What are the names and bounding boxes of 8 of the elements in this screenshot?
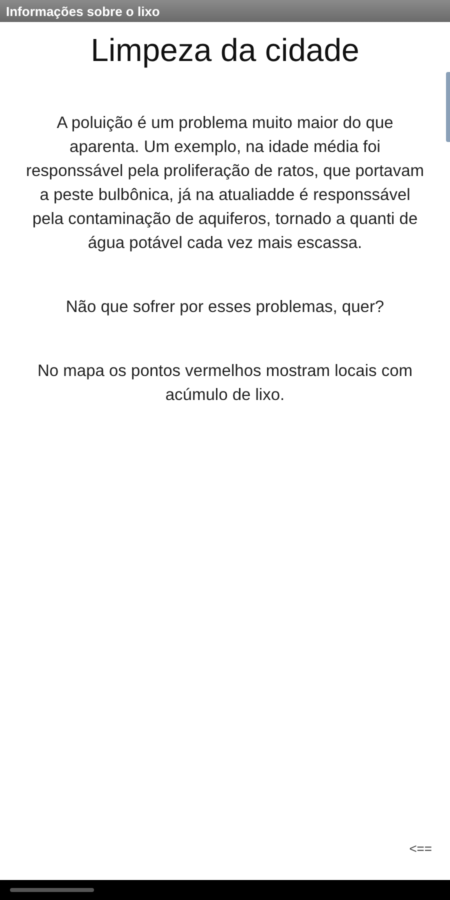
paragraph: A poluição é um problema muito maior do que aparenta. Um exemplo, na idade média foi responssável pela proliferação de ratos, que portavam a peste bulbônica, já na atualiadde é responssável pela contaminação de aquiferos, tornado a quanti de água potável cada vez mais escassa.: [24, 113, 426, 254]
page-heading: Limpeza da cidade: [90, 32, 360, 69]
back-button[interactable]: <==: [407, 839, 434, 858]
window-title: Informações sobre o lixo: [6, 4, 160, 18]
home-handle[interactable]: [10, 888, 94, 892]
scrollbar: [446, 72, 450, 142]
paragraph: Não que sofrer por esses problemas, quer?: [66, 297, 384, 318]
paragraph: No mapa os pontos vermelhos mostram locais com acúmulo de lixo.: [36, 361, 414, 406]
